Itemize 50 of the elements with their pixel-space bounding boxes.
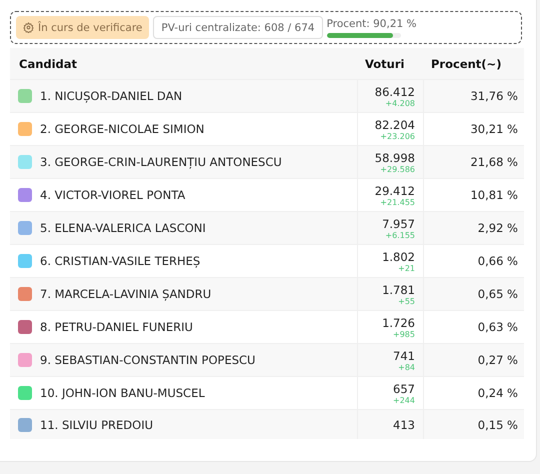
vote-count: 29.412: [374, 184, 415, 198]
vote-delta: +84: [398, 362, 415, 372]
vote-delta: +29.586: [380, 164, 415, 174]
vote-delta: +55: [398, 296, 415, 306]
vote-count: 86.412: [374, 84, 415, 98]
vote-delta: +21.455: [380, 198, 415, 206]
percent-value: 31,76 %: [470, 89, 518, 103]
vote-delta: +6.155: [385, 230, 415, 240]
candidate-name: 4. VICTOR-VIOREL PONTA: [40, 188, 186, 202]
candidate-name: 10. JOHN-ION BANU-MUSCEL: [40, 386, 205, 400]
vote-count: 82.204: [374, 118, 415, 132]
percent-value: 0,63 %: [478, 320, 518, 334]
percent-value: 0,15 %: [478, 418, 518, 432]
vote-count: 741: [393, 348, 415, 362]
vote-count: 58.998: [374, 150, 415, 164]
candidate-name: 1. NICUȘOR-DANIEL DAN: [40, 89, 182, 103]
vote-count: 413: [393, 418, 415, 432]
vote-count: 1.726: [382, 316, 415, 330]
percent-value: 21,68 %: [470, 155, 518, 169]
percent-value: 0,66 %: [478, 254, 518, 268]
counter-badge: PV-uri centralizate: 608 / 674: [153, 16, 323, 39]
vote-delta: +4.208: [385, 98, 415, 108]
candidate-name: 9. SEBASTIAN-CONSTANTIN POPESCU: [40, 353, 256, 367]
candidate-name: 3. GEORGE-CRIN-LAURENȚIU ANTONESCU: [40, 155, 282, 169]
vote-count: 1.802: [382, 250, 415, 264]
percent-value: 10,81 %: [470, 188, 518, 202]
vote-delta: +23.206: [380, 132, 415, 140]
percent-value: 0,27 %: [478, 353, 518, 367]
vote-count: 7.957: [382, 216, 415, 230]
candidate-name: 6. CRISTIAN-VASILE TERHEȘ: [40, 254, 200, 268]
vote-delta: +244: [393, 396, 415, 404]
candidate-name: 11. SILVIU PREDOIU: [40, 418, 154, 432]
vote-count: 1.781: [382, 282, 415, 296]
column-header: Voturi: [357, 48, 423, 79]
column-header: Procent(~): [423, 48, 524, 79]
status-text: În curs de verificare: [38, 22, 142, 34]
gear-icon: [23, 22, 34, 33]
percent-value: 2,92 %: [478, 221, 518, 235]
progress-label: Procent: 90,21 %: [326, 18, 417, 30]
vote-delta: +985: [393, 330, 415, 338]
column-header: Candidat: [10, 48, 357, 79]
vote-delta: +21: [398, 264, 415, 272]
candidate-name: 2. GEORGE-NICOLAE SIMION: [40, 122, 204, 136]
vote-count: 657: [393, 382, 415, 396]
percent-value: 30,21 %: [470, 122, 518, 136]
candidate-name: 8. PETRU-DANIEL FUNERIU: [40, 320, 193, 334]
percent-value: 0,65 %: [478, 287, 518, 301]
percent-value: 0,24 %: [478, 386, 518, 400]
candidate-name: 7. MARCELA-LAVINIA ȘANDRU: [40, 287, 212, 301]
candidate-name: 5. ELENA-VALERICA LASCONI: [40, 221, 206, 235]
